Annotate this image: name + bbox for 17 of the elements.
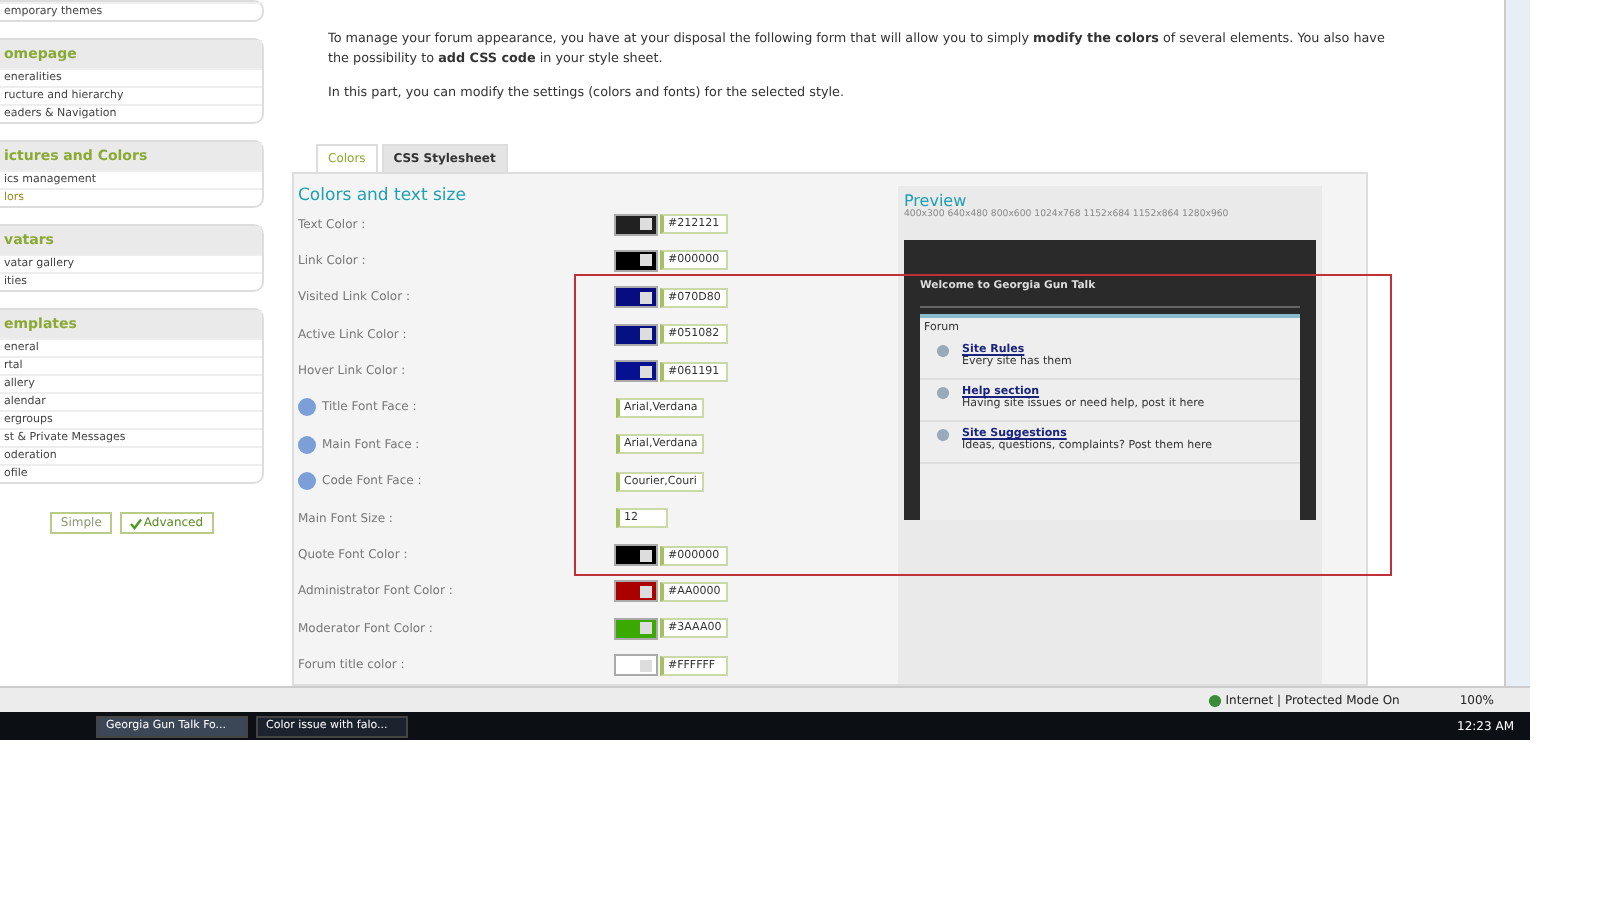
color-swatch[interactable] [614, 544, 658, 567]
color-swatch[interactable] [614, 617, 658, 640]
forum-icon [936, 427, 950, 442]
check-icon [129, 517, 142, 529]
forum-icon [936, 343, 950, 358]
color-swatch[interactable] [614, 323, 658, 346]
color-swatch[interactable] [614, 249, 658, 272]
color-swatch[interactable] [614, 286, 658, 309]
color-swatch[interactable] [614, 580, 658, 603]
color-swatch[interactable] [614, 360, 658, 383]
section-title: Colors and text size [298, 185, 468, 206]
color-swatch[interactable] [614, 654, 658, 677]
color-swatch[interactable] [614, 213, 658, 236]
scrollbar[interactable] [1504, 0, 1530, 686]
preview-title: Preview [904, 191, 967, 210]
forum-icon [936, 385, 950, 400]
globe-icon [1207, 693, 1222, 707]
